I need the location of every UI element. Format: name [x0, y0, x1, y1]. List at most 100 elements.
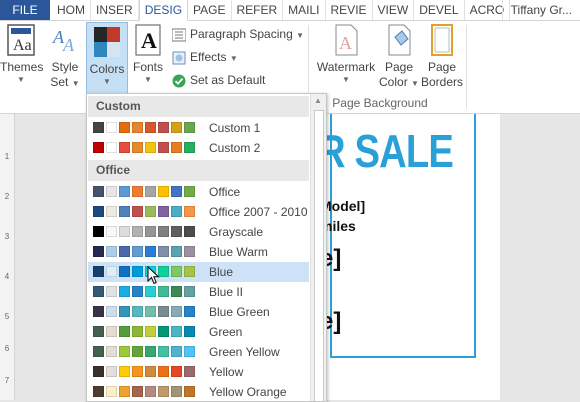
- color-scheme-item[interactable]: Office 2007 - 2010: [88, 202, 309, 222]
- color-swatch: [171, 306, 182, 317]
- paragraph-spacing-label: Paragraph Spacing: [190, 27, 293, 41]
- tab-page-layout[interactable]: PAGE: [188, 0, 232, 20]
- color-scheme-item[interactable]: Yellow Orange: [88, 382, 309, 401]
- color-swatch: [93, 246, 104, 257]
- color-swatch: [145, 346, 156, 357]
- color-swatch: [119, 286, 130, 297]
- tab-home[interactable]: HOM: [52, 0, 91, 20]
- page-borders-button[interactable]: Page Borders: [420, 23, 464, 90]
- chevron-down-icon: ▼: [411, 79, 419, 88]
- tab-developer[interactable]: DEVEL: [414, 0, 465, 20]
- set-as-default-label: Set as Default: [190, 73, 266, 87]
- color-scheme-name: Yellow: [209, 365, 244, 379]
- colors-label: Colors: [89, 62, 125, 76]
- color-swatch: [158, 246, 169, 257]
- fonts-button[interactable]: A Fonts ▼: [129, 23, 167, 85]
- document-page[interactable]: R SALE Model] miles e] e]: [300, 114, 500, 400]
- color-scheme-item[interactable]: Green: [88, 322, 309, 342]
- colors-palette-icon: [94, 27, 120, 57]
- color-swatch: [132, 326, 143, 337]
- scroll-up-arrow-icon[interactable]: ▲: [314, 96, 322, 105]
- style-set-label-line2: Set: [50, 75, 69, 89]
- color-scheme-item[interactable]: Office: [88, 182, 309, 202]
- color-scheme-item[interactable]: Custom 1: [88, 118, 309, 138]
- color-scheme-item[interactable]: Blue Green: [88, 302, 309, 322]
- tab-mailings[interactable]: MAILI: [283, 0, 326, 20]
- color-swatch: [158, 122, 169, 133]
- vertical-ruler: 1 2 3 4 5 6 7: [0, 114, 15, 400]
- color-scheme-name: Custom 2: [209, 141, 261, 155]
- color-swatch: [158, 326, 169, 337]
- color-swatches: [93, 142, 197, 153]
- color-scheme-item[interactable]: Green Yellow: [88, 342, 309, 362]
- color-scheme-item[interactable]: Blue Warm: [88, 242, 309, 262]
- chevron-down-icon: ▼: [296, 31, 305, 40]
- paragraph-spacing-button[interactable]: Paragraph Spacing ▼: [172, 24, 304, 44]
- color-swatch: [106, 206, 117, 217]
- colors-dropdown-gallery[interactable]: Custom Custom 1 Custom 2 Office Office O…: [86, 93, 327, 402]
- color-swatch: [184, 326, 195, 337]
- effects-icon: [172, 51, 186, 65]
- checkmark-icon: [172, 74, 186, 88]
- color-swatch: [184, 186, 195, 197]
- chevron-down-icon: ▼: [103, 77, 111, 86]
- scrollbar-thumb[interactable]: [314, 110, 324, 401]
- ruler-tick: 7: [4, 376, 10, 385]
- themes-button[interactable]: Aa Themes ▼: [0, 23, 43, 85]
- color-swatch: [158, 306, 169, 317]
- color-scheme-item-selected[interactable]: Blue: [88, 262, 309, 282]
- tab-references[interactable]: REFER: [232, 0, 284, 20]
- color-swatch: [145, 226, 156, 237]
- color-swatch: [119, 306, 130, 317]
- color-scheme-item[interactable]: Blue II: [88, 282, 309, 302]
- watermark-label: Watermark: [316, 60, 376, 74]
- color-swatch: [106, 306, 117, 317]
- color-scheme-item[interactable]: Yellow: [88, 362, 309, 382]
- color-swatch: [171, 186, 182, 197]
- svg-text:Aa: Aa: [13, 37, 32, 54]
- tab-file[interactable]: FILE: [0, 0, 50, 20]
- watermark-button[interactable]: A Watermark ▼: [314, 23, 378, 85]
- style-set-button[interactable]: A A Style Set ▼: [46, 23, 84, 90]
- set-as-default-button[interactable]: Set as Default: [172, 70, 265, 90]
- chevron-down-icon: ▼: [229, 54, 238, 63]
- color-swatch: [106, 366, 117, 377]
- color-swatch: [145, 186, 156, 197]
- tab-design[interactable]: DESIG: [138, 0, 189, 21]
- color-swatches: [93, 206, 197, 217]
- color-swatch: [119, 186, 130, 197]
- tab-view[interactable]: VIEW: [373, 0, 415, 20]
- color-swatch: [145, 286, 156, 297]
- tab-insert[interactable]: INSER: [91, 0, 139, 20]
- color-scheme-item[interactable]: Custom 2: [88, 138, 309, 158]
- style-set-icon: A A: [52, 27, 75, 55]
- watermark-icon: A: [335, 24, 358, 56]
- page-color-label-line2: Color: [379, 75, 408, 89]
- color-swatch: [171, 266, 182, 277]
- color-swatch: [106, 186, 117, 197]
- color-swatch: [132, 142, 143, 153]
- dropdown-scrollbar[interactable]: ▲: [310, 94, 326, 401]
- color-swatch: [184, 366, 195, 377]
- color-swatch: [106, 326, 117, 337]
- group-separator: [466, 25, 467, 109]
- color-swatch: [106, 246, 117, 257]
- chevron-down-icon: ▼: [144, 75, 152, 84]
- color-swatch: [184, 226, 195, 237]
- ruler-tick: 1: [4, 152, 10, 161]
- user-account-name[interactable]: Tiffany Gr...: [501, 0, 580, 20]
- color-swatch: [106, 346, 117, 357]
- ribbon-tabs: HOM INSER DESIG PAGE REFER MAILI REVIE V…: [52, 0, 511, 21]
- fonts-label: Fonts: [132, 60, 163, 74]
- ruler-tick: 6: [4, 344, 10, 353]
- color-swatch: [93, 206, 104, 217]
- color-swatches: [93, 306, 197, 317]
- color-scheme-item[interactable]: Grayscale: [88, 222, 309, 242]
- ruler-tick: 5: [4, 312, 10, 321]
- color-swatch: [106, 226, 117, 237]
- tab-review[interactable]: REVIE: [326, 0, 373, 20]
- color-swatch: [93, 142, 104, 153]
- color-swatch: [132, 266, 143, 277]
- page-color-button[interactable]: Page Color ▼: [378, 23, 420, 90]
- effects-button[interactable]: Effects ▼: [172, 47, 238, 67]
